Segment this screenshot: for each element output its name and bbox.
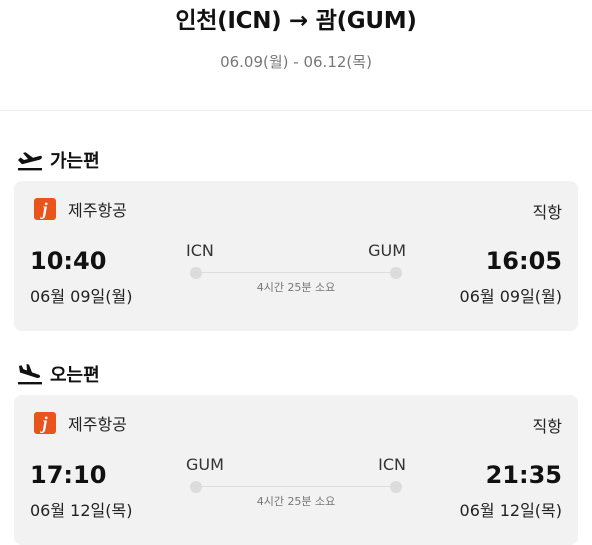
inbound-flight-card[interactable]: j 제주항공 직항 17:10 06월 12일(목) GUM ICN 4시간 2… — [14, 395, 578, 545]
trip-header: 인천(ICN) → 괌(GUM) 06.09(월) - 06.12(목) — [0, 0, 592, 111]
departure-time: 10:40 — [30, 247, 107, 275]
origin-dot — [190, 267, 202, 279]
route-title: 인천(ICN) → 괌(GUM) — [175, 8, 417, 34]
arrival-date: 06월 09일(월) — [459, 287, 562, 306]
route-line — [196, 272, 396, 273]
inbound-label: 오는편 — [50, 365, 100, 386]
trip-dates: 06.09(월) - 06.12(목) — [220, 53, 372, 71]
airline-logo: j — [34, 412, 56, 434]
outbound-section-header: 가는편 — [0, 145, 592, 175]
airline-name: 제주항공 — [68, 201, 127, 220]
arrival-airport: ICN — [378, 455, 406, 474]
arrival-airport: GUM — [368, 241, 406, 260]
flight-type: 직항 — [532, 417, 562, 436]
airline-name: 제주항공 — [68, 415, 127, 434]
airline-logo: j — [34, 198, 56, 220]
arrival-time: 16:05 — [485, 247, 562, 275]
origin-dot — [190, 481, 202, 493]
plane-arrival-icon — [16, 362, 44, 386]
airline-info: j 제주항공 — [34, 411, 127, 435]
departure-time: 17:10 — [30, 461, 107, 489]
destination-dot — [390, 267, 402, 279]
departure-airport: GUM — [186, 455, 224, 474]
arrival-date: 06월 12일(목) — [459, 501, 562, 520]
airline-info: j 제주항공 — [34, 197, 127, 221]
flight-type: 직항 — [532, 203, 562, 222]
inbound-section: 오는편 j 제주항공 직항 17:10 06월 12일(목) GUM ICN 4… — [0, 359, 592, 545]
inbound-section-header: 오는편 — [0, 359, 592, 389]
outbound-label: 가는편 — [50, 151, 100, 172]
plane-departure-icon — [16, 148, 44, 172]
route-line — [196, 486, 396, 487]
arrival-time: 21:35 — [485, 461, 562, 489]
outbound-section: 가는편 j 제주항공 직항 10:40 06월 09일(월) ICN GUM 4… — [0, 145, 592, 331]
departure-airport: ICN — [186, 241, 214, 260]
outbound-flight-card[interactable]: j 제주항공 직항 10:40 06월 09일(월) ICN GUM 4시간 2… — [14, 181, 578, 331]
destination-dot — [390, 481, 402, 493]
